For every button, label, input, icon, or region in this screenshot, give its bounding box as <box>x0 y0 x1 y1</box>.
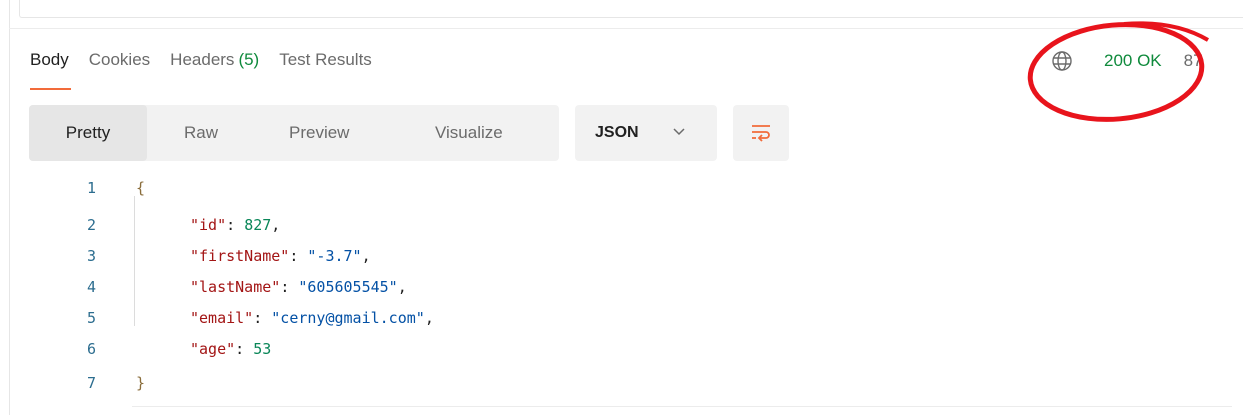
json-value: "cerny@gmail.com" <box>271 309 425 327</box>
code-line: 1 { <box>0 175 1243 201</box>
tab-headers-label: Headers <box>170 50 235 69</box>
close-brace: } <box>136 374 146 392</box>
view-raw[interactable]: Raw <box>184 105 218 161</box>
json-value: 53 <box>253 340 272 358</box>
tab-test-results-label: Test Results <box>279 50 372 69</box>
tab-cookies[interactable]: Cookies <box>89 44 150 90</box>
tab-cookies-label: Cookies <box>88 50 151 69</box>
line-number: 6 <box>86 340 96 358</box>
headers-count: (5) <box>238 50 260 69</box>
json-value: 827 <box>244 216 272 234</box>
line-number: 7 <box>86 374 96 392</box>
json-value: "-3.7" <box>307 247 362 265</box>
json-key: "id" <box>190 216 227 234</box>
view-visualize[interactable]: Visualize <box>435 105 503 161</box>
json-value: "605605545" <box>298 278 398 296</box>
code-line: 4 "lastName": "605605545", <box>0 274 1243 300</box>
json-key: "age" <box>190 340 236 358</box>
response-status: 200 OK 87 <box>1050 48 1203 74</box>
response-tabs: Body Cookies Headers (5) Test Results <box>30 44 392 92</box>
chevron-down-icon <box>673 128 685 136</box>
code-line: 3 "firstName": "-3.7", <box>0 243 1243 269</box>
editor-bottom-border <box>132 406 1232 407</box>
status-code[interactable]: 200 OK <box>1104 51 1162 71</box>
format-label: JSON <box>595 124 639 141</box>
open-brace: { <box>136 179 146 197</box>
line-number: 4 <box>86 278 96 296</box>
code-line: 6 "age": 53 <box>0 336 1243 362</box>
response-body-editor[interactable]: 1 { 2 "id": 827, 3 "firstName": "-3.7", … <box>0 170 1243 415</box>
code-line: 5 "email": "cerny@gmail.com", <box>0 305 1243 331</box>
response-size[interactable]: 87 <box>1184 51 1203 71</box>
tab-body[interactable]: Body <box>30 44 71 90</box>
code-line: 2 "id": 827, <box>0 212 1243 238</box>
tab-headers[interactable]: Headers (5) <box>170 44 259 90</box>
divider <box>9 28 1243 29</box>
view-mode-selector: Pretty Raw Preview Visualize <box>29 105 559 161</box>
request-editor-bottom <box>19 0 1243 18</box>
code-line: 7 } <box>0 370 1243 396</box>
tab-body-label: Body <box>30 50 69 69</box>
wrap-lines-icon <box>752 125 770 142</box>
line-number: 1 <box>86 179 96 197</box>
json-key: "email" <box>190 309 254 327</box>
view-preview[interactable]: Preview <box>289 105 349 161</box>
line-number: 2 <box>86 216 96 234</box>
line-number: 5 <box>86 309 96 327</box>
wrap-lines-button[interactable] <box>733 105 789 161</box>
tab-test-results[interactable]: Test Results <box>279 44 372 90</box>
json-key: "lastName" <box>190 278 281 296</box>
format-dropdown[interactable]: JSON <box>575 105 717 161</box>
line-number: 3 <box>86 247 96 265</box>
globe-icon[interactable] <box>1050 49 1074 73</box>
view-pretty[interactable]: Pretty <box>29 105 147 161</box>
json-key: "firstName" <box>190 247 290 265</box>
